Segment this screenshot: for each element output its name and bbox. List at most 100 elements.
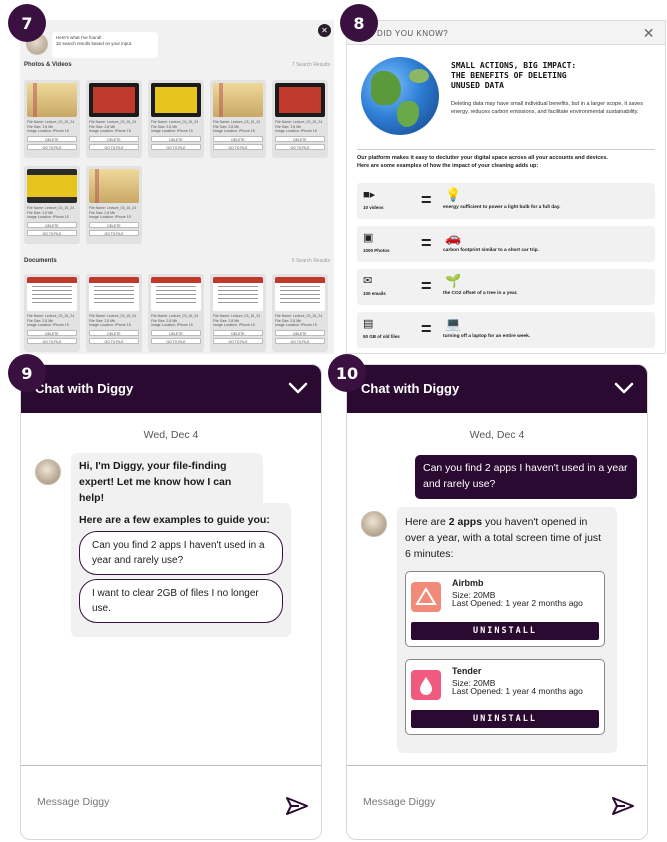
photos-section-title: Photos & Videos	[24, 62, 72, 68]
step-badge-8: 8	[340, 4, 378, 42]
delete-button[interactable]: DELETE	[151, 136, 201, 143]
file-thumbnail[interactable]	[89, 83, 139, 117]
delete-button[interactable]: DELETE	[89, 136, 139, 143]
file-card[interactable]: File Name: Lecture_03_15_24 File Size: 2.…	[86, 80, 142, 158]
envelope-icon: ✉	[363, 275, 373, 287]
go-to-file-button[interactable]: GO TO FILE	[89, 230, 139, 237]
go-to-file-button[interactable]: GO TO FILE	[27, 338, 77, 345]
file-thumbnail[interactable]	[213, 83, 263, 117]
send-icon[interactable]	[611, 796, 635, 816]
go-to-file-button[interactable]: GO TO FILE	[275, 338, 325, 345]
delete-button[interactable]: DELETE	[151, 330, 201, 337]
file-card[interactable]: File Name: Lecture_03_15_24 File Size: 2.…	[210, 274, 266, 352]
delete-button[interactable]: DELETE	[27, 136, 77, 143]
go-to-file-button[interactable]: GO TO FILE	[151, 338, 201, 345]
example-prompt-2[interactable]: I want to clear 2GB of files I no longer…	[79, 579, 283, 623]
message-input[interactable]: Message Diggy	[363, 796, 435, 808]
example-prompt-1[interactable]: Can you find 2 apps I haven't used in a …	[79, 531, 283, 575]
chat-date: Wed, Dec 4	[143, 429, 199, 441]
impact-equivalent: the CO2 offset of a tree in a year.	[443, 291, 518, 296]
impact-intro-line2: Here are some examples of how the impact…	[357, 162, 539, 169]
delete-button[interactable]: DELETE	[213, 330, 263, 337]
plant-icon: 🌱	[445, 273, 462, 288]
photos-result-count: 7 Search Results	[291, 62, 330, 68]
chat-header: Chat with Diggy	[347, 365, 647, 413]
chevron-down-icon[interactable]	[287, 377, 309, 399]
uninstall-button[interactable]: UNINSTALL	[411, 622, 599, 640]
delete-button[interactable]: DELETE	[213, 136, 263, 143]
file-thumbnail[interactable]	[275, 83, 325, 117]
file-meta: File Name: Lecture_03_15_24 File Size: 2.…	[89, 314, 139, 328]
file-card[interactable]: File Name: Lecture_03_15_24 File Size: 2.…	[24, 166, 80, 244]
file-meta: File Name: Lecture_03_15_24 File Size: 2.…	[27, 120, 77, 134]
documents-result-count: 5 Search Results	[291, 258, 330, 264]
file-meta: File Name: Lecture_03_15_24 File Size: 2.…	[27, 314, 77, 328]
delete-button[interactable]: DELETE	[89, 222, 139, 229]
app-icon	[411, 582, 441, 612]
reply-text: Here are 2 apps you haven't opened in ov…	[405, 516, 602, 560]
go-to-file-button[interactable]: GO TO FILE	[213, 144, 263, 151]
file-thumbnail[interactable]	[151, 277, 201, 311]
impact-body-text: Deleting data may have small individual …	[451, 101, 643, 115]
file-card[interactable]: File Name: Lecture_03_15_24 File Size: 2.…	[24, 80, 80, 158]
did-you-know-header: DID YOU KNOW? ✕	[347, 21, 665, 45]
close-icon[interactable]: ✕	[643, 25, 655, 42]
impact-quantity: 50 GB of old files	[363, 334, 400, 339]
file-location: Image Location: iPhone 15	[27, 323, 69, 328]
file-thumbnail[interactable]	[27, 83, 77, 117]
app-name: Tender	[452, 666, 482, 676]
file-thumbnail[interactable]	[89, 277, 139, 311]
chevron-down-icon[interactable]	[613, 377, 635, 399]
photo-icon: ▣	[363, 232, 374, 244]
file-thumbnail[interactable]	[27, 169, 77, 203]
examples-title: Here are a few examples to guide you:	[79, 514, 270, 526]
go-to-file-button[interactable]: GO TO FILE	[27, 230, 77, 237]
file-card[interactable]: File Name: Lecture_03_15_24 File Size: 2.…	[86, 166, 142, 244]
file-card[interactable]: File Name: Lecture_03_15_24 File Size: 2.…	[86, 274, 142, 352]
equals-sign: =	[421, 319, 432, 339]
file-card[interactable]: File Name: Lecture_03_15_24 File Size: 2.…	[148, 80, 204, 158]
file-meta: File Name: Lecture_03_15_24 File Size: 2.…	[213, 120, 263, 134]
file-card[interactable]: File Name: Lecture_03_15_24 File Size: 2.…	[210, 80, 266, 158]
app-last-opened: Last Opened: 1 year 4 months ago	[452, 686, 583, 696]
go-to-file-button[interactable]: GO TO FILE	[89, 144, 139, 151]
delete-button[interactable]: DELETE	[275, 330, 325, 337]
file-card[interactable]: File Name: Lecture_03_15_24 File Size: 2.…	[24, 274, 80, 352]
uninstall-button[interactable]: UNINSTALL	[411, 710, 599, 728]
file-thumbnail[interactable]	[275, 277, 325, 311]
close-icon[interactable]: ✕	[318, 24, 331, 37]
message-input-bar: Message Diggy	[347, 765, 647, 839]
file-card[interactable]: File Name: Lecture_03_15_24 File Size: 2.…	[148, 274, 204, 352]
divider	[357, 149, 655, 150]
file-location: Image Location: iPhone 15	[213, 129, 255, 134]
file-location: Image Location: iPhone 15	[89, 323, 131, 328]
app-name: Airbmb	[452, 578, 484, 588]
earth-globe-icon	[361, 57, 439, 135]
user-message-bubble: Can you find 2 apps I haven't used in a …	[415, 455, 637, 499]
file-location: Image Location: iPhone 15	[275, 129, 317, 134]
delete-button[interactable]: DELETE	[89, 330, 139, 337]
send-icon[interactable]	[285, 796, 309, 816]
go-to-file-button[interactable]: GO TO FILE	[89, 338, 139, 345]
file-location: Image Location: iPhone 15	[89, 215, 131, 220]
file-thumbnail[interactable]	[213, 277, 263, 311]
file-thumbnail[interactable]	[89, 169, 139, 203]
go-to-file-button[interactable]: GO TO FILE	[151, 144, 201, 151]
file-thumbnail[interactable]	[151, 83, 201, 117]
message-input[interactable]: Message Diggy	[37, 796, 109, 808]
impact-equivalent: carbon footprint similar to a short car …	[443, 248, 539, 253]
file-card[interactable]: File Name: Lecture_03_15_24 File Size: 2.…	[272, 80, 328, 158]
file-meta: File Name: Lecture_03_15_24 File Size: 2.…	[275, 314, 325, 328]
go-to-file-button[interactable]: GO TO FILE	[213, 338, 263, 345]
documents-section-header: Documents 5 Search Results	[24, 258, 330, 264]
delete-button[interactable]: DELETE	[27, 330, 77, 337]
file-thumbnail[interactable]	[27, 277, 77, 311]
file-card[interactable]: File Name: Lecture_03_15_24 File Size: 2.…	[272, 274, 328, 352]
go-to-file-button[interactable]: GO TO FILE	[27, 144, 77, 151]
delete-button[interactable]: DELETE	[27, 222, 77, 229]
impact-equivalent: energy sufficient to power a light bulb …	[443, 205, 561, 210]
file-location: Image Location: iPhone 15	[27, 129, 69, 134]
file-meta: File Name: Lecture_03_15_24 File Size: 2.…	[213, 314, 263, 328]
delete-button[interactable]: DELETE	[275, 136, 325, 143]
go-to-file-button[interactable]: GO TO FILE	[275, 144, 325, 151]
